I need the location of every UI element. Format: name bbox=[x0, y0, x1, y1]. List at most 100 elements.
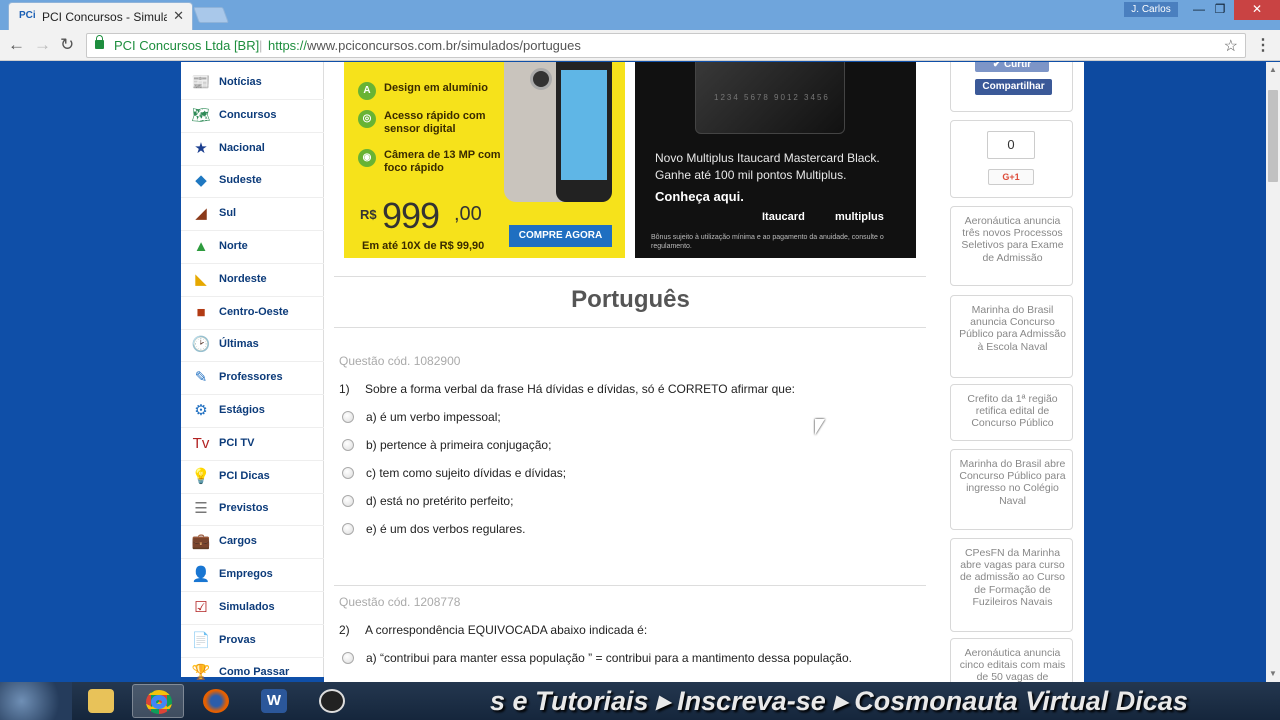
scroll-thumb[interactable] bbox=[1268, 90, 1278, 182]
sidebar-item-provas[interactable]: 📄 Provas bbox=[181, 625, 324, 658]
address-bar[interactable]: PCI Concursos Ltda [BR] | https://www.pc… bbox=[86, 33, 1246, 58]
news-card[interactable]: Crefito da 1ª região retifica edital de … bbox=[950, 384, 1073, 441]
sidebar-item-pci-tv[interactable]: Tv PCI TV bbox=[181, 428, 324, 461]
sidebar-item-professores[interactable]: ✎ Professores bbox=[181, 362, 324, 396]
scroll-down-icon[interactable]: ▼ bbox=[1269, 669, 1277, 678]
taskbar-file-explorer[interactable] bbox=[75, 684, 127, 718]
radio-button[interactable] bbox=[342, 439, 354, 451]
scroll-up-icon[interactable]: ▲ bbox=[1269, 65, 1277, 74]
news-card[interactable]: CPesFN da Marinha abre vagas para curso … bbox=[950, 538, 1073, 632]
sidebar-item-label: Previstos bbox=[219, 502, 269, 515]
radio-button[interactable] bbox=[342, 495, 354, 507]
question-number: 1) bbox=[339, 382, 350, 396]
menu-icon[interactable]: ⋮ bbox=[1255, 35, 1271, 55]
news-headline[interactable]: CPesFN da Marinha abre vagas para curso … bbox=[957, 547, 1068, 608]
facebook-share-button[interactable]: Compartilhar bbox=[975, 79, 1052, 95]
sidebar-icon: ★ bbox=[194, 139, 208, 157]
news-headline[interactable]: Aeronáutica anuncia três novos Processos… bbox=[957, 215, 1068, 264]
sidebar-item-centro-oeste[interactable]: ■ Centro-Oeste bbox=[181, 297, 324, 330]
sidebar-item-nacional[interactable]: ★ Nacional bbox=[181, 133, 324, 166]
radio-button[interactable] bbox=[342, 652, 354, 664]
vertical-scrollbar[interactable]: ▲ ▼ bbox=[1266, 62, 1280, 682]
page-title: Português bbox=[571, 286, 690, 313]
sidebar-icon: ☑ bbox=[194, 598, 208, 616]
sidebar-icon: 🕑 bbox=[191, 336, 211, 354]
sidebar-icon: 📄 bbox=[191, 631, 211, 649]
forward-icon[interactable]: → bbox=[34, 35, 51, 55]
buy-now-button[interactable]: COMPRE AGORA bbox=[509, 225, 612, 247]
taskbar-firefox[interactable] bbox=[190, 684, 242, 718]
sidebar-item-label: PCI Dicas bbox=[219, 469, 270, 482]
radio-button[interactable] bbox=[342, 467, 354, 479]
site-identity[interactable]: PCI Concursos Ltda [BR] bbox=[114, 38, 259, 53]
news-headline[interactable]: Aeronáutica anuncia cinco editais com ma… bbox=[957, 647, 1068, 682]
sidebar-item-noticias[interactable]: 📰 Notícias bbox=[181, 67, 324, 100]
sidebar-item-label: Sudeste bbox=[219, 174, 262, 187]
sidebar-item-cargos[interactable]: 💼 Cargos bbox=[181, 526, 324, 560]
page-viewport: 📰 Notícias 🗺 Concursos ★ Nacional ◆ Sudeste ◢ Sul… bbox=[0, 62, 1266, 682]
ad-headline: Novo Multiplus Itaucard Mastercard Black… bbox=[655, 151, 880, 182]
video-banner: s e Tutoriais ▸ Inscreva-se ▸ Cosmonauta… bbox=[490, 686, 1188, 716]
url-separator: | bbox=[259, 38, 263, 53]
left-sidebar: 📰 Notícias 🗺 Concursos ★ Nacional ◆ Sudeste ◢ Sul… bbox=[181, 62, 324, 681]
sidebar-item-empregos[interactable]: 👤 Empregos bbox=[181, 559, 324, 592]
news-headline[interactable]: Marinha do Brasil abre Concurso Público … bbox=[957, 458, 1068, 507]
sidebar-item-como-passar[interactable]: 🏆 Como Passar bbox=[181, 657, 324, 682]
back-icon[interactable]: ← bbox=[8, 35, 25, 55]
sidebar-item-label: Simulados bbox=[219, 600, 275, 613]
taskbar-word[interactable]: W bbox=[248, 684, 300, 718]
sidebar-item-previstos[interactable]: ☰ Previstos bbox=[181, 493, 324, 527]
sidebar-icon: ■ bbox=[196, 303, 206, 321]
news-card[interactable]: Aeronáutica anuncia cinco editais com ma… bbox=[950, 638, 1073, 682]
divider bbox=[334, 585, 926, 586]
aluminium-icon: A bbox=[358, 82, 376, 100]
radio-button[interactable] bbox=[342, 411, 354, 423]
news-card[interactable]: Marinha do Brasil abre Concurso Público … bbox=[950, 449, 1073, 530]
news-card[interactable]: Marinha do Brasil anuncia Concurso Públi… bbox=[950, 295, 1073, 378]
reload-icon[interactable]: ↻ bbox=[60, 35, 74, 55]
new-tab-button[interactable] bbox=[193, 7, 229, 23]
taskbar-chrome[interactable] bbox=[132, 684, 184, 718]
windows-taskbar: W s e Tutoriais ▸ Inscreva-se ▸ Cosmonau… bbox=[0, 682, 1280, 720]
start-button[interactable] bbox=[0, 682, 72, 720]
taskbar-obs[interactable] bbox=[306, 684, 358, 718]
question-text: 1) Sobre a forma verbal da frase Há dívid… bbox=[339, 382, 795, 396]
mouse-cursor-icon bbox=[815, 419, 825, 435]
url-path: www.pciconcursos.com.br/simulados/portug… bbox=[307, 38, 581, 53]
news-card[interactable]: Aeronáutica anuncia três novos Processos… bbox=[950, 206, 1073, 286]
sidebar-item-simulados[interactable]: ☑ Simulados bbox=[181, 592, 324, 625]
sidebar-item-label: Notícias bbox=[219, 76, 262, 88]
google-plus-button[interactable]: G+1 bbox=[988, 169, 1034, 185]
phone-ad-banner[interactable]: A Design em alumínio ◎ Acesso rápido com s… bbox=[344, 62, 625, 258]
ad-cta-link[interactable]: Conheça aqui. bbox=[655, 189, 744, 204]
profile-badge[interactable]: J. Carlos bbox=[1124, 2, 1178, 17]
sidebar-item-label: Professores bbox=[219, 371, 283, 384]
star-icon[interactable]: ☆ bbox=[1224, 36, 1238, 56]
sidebar-icon: ✎ bbox=[194, 369, 208, 387]
facebook-like-button[interactable]: ✔ Curtir bbox=[975, 62, 1049, 72]
lock-icon bbox=[95, 35, 104, 49]
sidebar-item-concursos[interactable]: 🗺 Concursos bbox=[181, 100, 324, 133]
tab-close-icon[interactable]: ✕ bbox=[173, 8, 184, 24]
sidebar-item-estagios[interactable]: ⚙ Estágios bbox=[181, 395, 324, 428]
browser-toolbar: ← → ↻ PCI Concursos Ltda [BR] | https://… bbox=[0, 30, 1280, 61]
firefox-icon bbox=[203, 689, 229, 713]
sidebar-item-nordeste[interactable]: ◣ Nordeste bbox=[181, 264, 324, 297]
sidebar-item-ultimas[interactable]: 🕑 Últimas bbox=[181, 329, 324, 363]
url-text[interactable]: https://www.pciconcursos.com.br/simulado… bbox=[268, 38, 581, 53]
obs-icon bbox=[319, 689, 345, 713]
sidebar-item-norte[interactable]: ▲ Norte bbox=[181, 231, 324, 264]
window-close-icon[interactable]: ✕ bbox=[1234, 0, 1280, 20]
sidebar-item-sul[interactable]: ◢ Sul bbox=[181, 198, 324, 232]
browser-tab[interactable]: PCi PCI Concursos - Simulados ✕ bbox=[8, 2, 193, 30]
radio-button[interactable] bbox=[342, 523, 354, 535]
maximize-icon[interactable]: ❐ bbox=[1206, 0, 1234, 20]
news-headline[interactable]: Marinha do Brasil anuncia Concurso Públi… bbox=[957, 304, 1068, 353]
sidebar-item-sudeste[interactable]: ◆ Sudeste bbox=[181, 165, 324, 199]
credit-card-ad-banner[interactable]: 1234 5678 9012 3456 Novo Multiplus Itauc… bbox=[635, 62, 916, 258]
sidebar-item-label: Como Passar bbox=[219, 666, 290, 679]
news-headline[interactable]: Crefito da 1ª região retifica edital de … bbox=[957, 393, 1068, 430]
sidebar-item-pci-dicas[interactable]: 💡 PCI Dicas bbox=[181, 461, 324, 494]
sidebar-icon: 👤 bbox=[191, 566, 211, 583]
divider bbox=[334, 327, 926, 328]
